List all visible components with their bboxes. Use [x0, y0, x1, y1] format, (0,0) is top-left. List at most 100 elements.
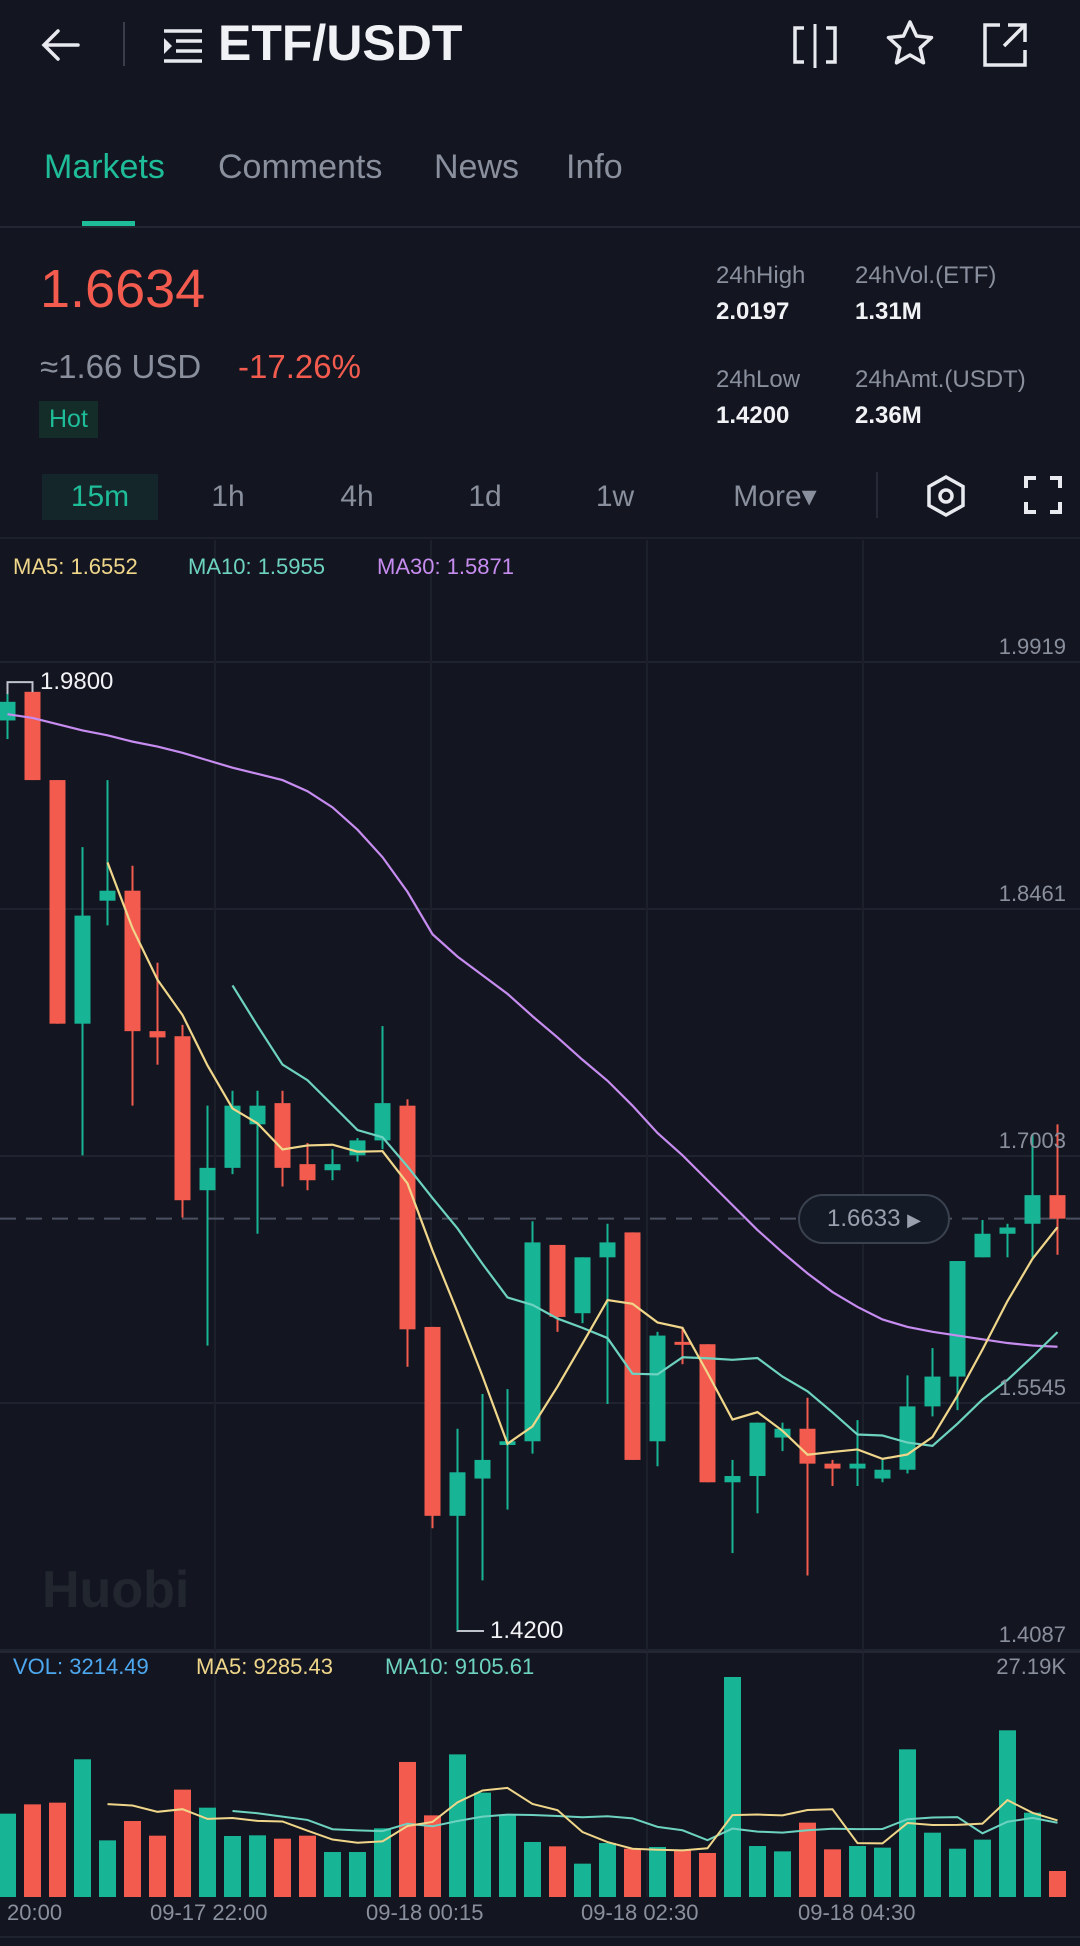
candle-body: [599, 1242, 616, 1258]
huobi-watermark: Huobi: [42, 1561, 190, 1619]
ma10-legend: MA10: 1.5955: [188, 554, 325, 579]
ma5-legend: MA5: 1.6552: [13, 554, 138, 579]
volume-bar: [849, 1846, 866, 1897]
volume-bar: [699, 1852, 716, 1897]
volume-bar: [574, 1863, 591, 1897]
volume-bar: [649, 1846, 666, 1897]
volume-bar: [74, 1759, 91, 1897]
ma5-line: [106, 861, 1059, 1461]
volume-bar: [474, 1792, 491, 1897]
volume-bar: [349, 1852, 366, 1897]
candle-body: [649, 1335, 666, 1442]
high-price-marker: 1.9800: [40, 668, 114, 695]
volume-bar: [49, 1802, 66, 1897]
candle-body: [174, 1036, 191, 1201]
volume-bar: [549, 1846, 566, 1897]
candle-body: [924, 1376, 941, 1407]
volume-bar: [924, 1832, 941, 1897]
vol-max-label: 27.19K: [996, 1654, 1066, 1679]
candle-body: [949, 1261, 966, 1377]
candlestick-chart[interactable]: [0, 0, 1080, 1946]
x-tick-label: 09-17 22:00: [150, 1900, 268, 1925]
candle-body: [149, 1031, 166, 1038]
volume-bar: [299, 1835, 316, 1897]
candle-body: [624, 1232, 641, 1460]
x-tick-label: 20:00: [7, 1900, 63, 1925]
volume-bar: [999, 1730, 1016, 1897]
low-price-marker: 1.4200: [490, 1617, 564, 1644]
candle-body: [574, 1257, 591, 1314]
candle-body: [874, 1469, 891, 1479]
y-tick-label: 1.8461: [998, 881, 1066, 906]
volume-bar: [224, 1835, 241, 1897]
x-tick-label: 09-18 00:15: [366, 1900, 484, 1925]
candle-body: [299, 1164, 316, 1181]
x-tick-label: 09-18 04:30: [798, 1900, 916, 1925]
candle-body: [549, 1244, 566, 1317]
candle-body: [849, 1463, 866, 1469]
volume-bar: [799, 1822, 816, 1897]
volume-bar: [449, 1754, 466, 1897]
vol-legend: VOL: 3214.49: [13, 1654, 149, 1679]
volume-bar: [724, 1677, 741, 1897]
candle-body: [274, 1103, 291, 1168]
volume-bar: [949, 1848, 966, 1897]
volume-bar: [24, 1804, 41, 1897]
candle-body: [749, 1422, 766, 1477]
candle-body: [974, 1233, 991, 1258]
candle-body: [899, 1406, 916, 1470]
caret-right-icon: ▶: [907, 1210, 921, 1230]
candle-body: [674, 1341, 691, 1345]
x-tick-label: 09-18 02:30: [581, 1900, 699, 1925]
current-price-pill[interactable]: 1.6633 ▶: [798, 1194, 950, 1244]
volume-bar: [149, 1835, 166, 1897]
ma30-legend: MA30: 1.5871: [377, 554, 514, 579]
candle-body: [249, 1105, 266, 1125]
candle-body: [0, 701, 16, 721]
candle-body: [199, 1167, 216, 1191]
vol-ma5-legend: MA5: 9285.43: [196, 1654, 333, 1679]
candle-body: [449, 1472, 466, 1516]
candle-body: [324, 1164, 341, 1171]
volume-bar: [0, 1813, 16, 1897]
candle-body: [1024, 1195, 1041, 1224]
volume-bar: [524, 1841, 541, 1897]
candle-body: [424, 1326, 441, 1516]
volume-bar: [624, 1848, 641, 1897]
y-tick-label: 1.5545: [998, 1375, 1066, 1400]
volume-bar: [99, 1840, 116, 1897]
y-tick-label: 1.9919: [998, 634, 1066, 659]
candle-body: [1049, 1195, 1066, 1219]
candle-body: [724, 1476, 741, 1483]
volume-bar: [499, 1815, 516, 1897]
volume-bar: [599, 1843, 616, 1897]
volume-bar: [324, 1852, 341, 1897]
volume-bar: [124, 1821, 141, 1897]
volume-bar: [874, 1847, 891, 1897]
candle-body: [49, 780, 66, 1024]
volume-bar: [274, 1838, 291, 1897]
volume-bar: [424, 1815, 441, 1897]
candle-body: [524, 1242, 541, 1442]
volume-bar: [1024, 1812, 1041, 1897]
volume-bar: [674, 1849, 691, 1897]
candle-body: [474, 1459, 491, 1479]
candle-body: [24, 691, 41, 781]
candle-body: [349, 1140, 366, 1156]
y-tick-label: 1.7003: [998, 1128, 1066, 1153]
candle-body: [399, 1105, 416, 1330]
volume-bar: [749, 1846, 766, 1897]
candle-body: [824, 1463, 841, 1469]
volume-bar: [199, 1807, 216, 1897]
y-tick-label: 1.4087: [998, 1622, 1066, 1647]
vol-ma10-legend: MA10: 9105.61: [385, 1654, 535, 1679]
volume-bar: [974, 1839, 991, 1897]
candle-body: [74, 915, 91, 1024]
candle-body: [99, 890, 116, 901]
volume-bar: [824, 1849, 841, 1897]
candle-body: [224, 1105, 241, 1168]
candle-body: [799, 1428, 816, 1464]
volume-bar: [174, 1789, 191, 1897]
volume-bar: [1049, 1870, 1066, 1897]
volume-bar: [774, 1851, 791, 1897]
